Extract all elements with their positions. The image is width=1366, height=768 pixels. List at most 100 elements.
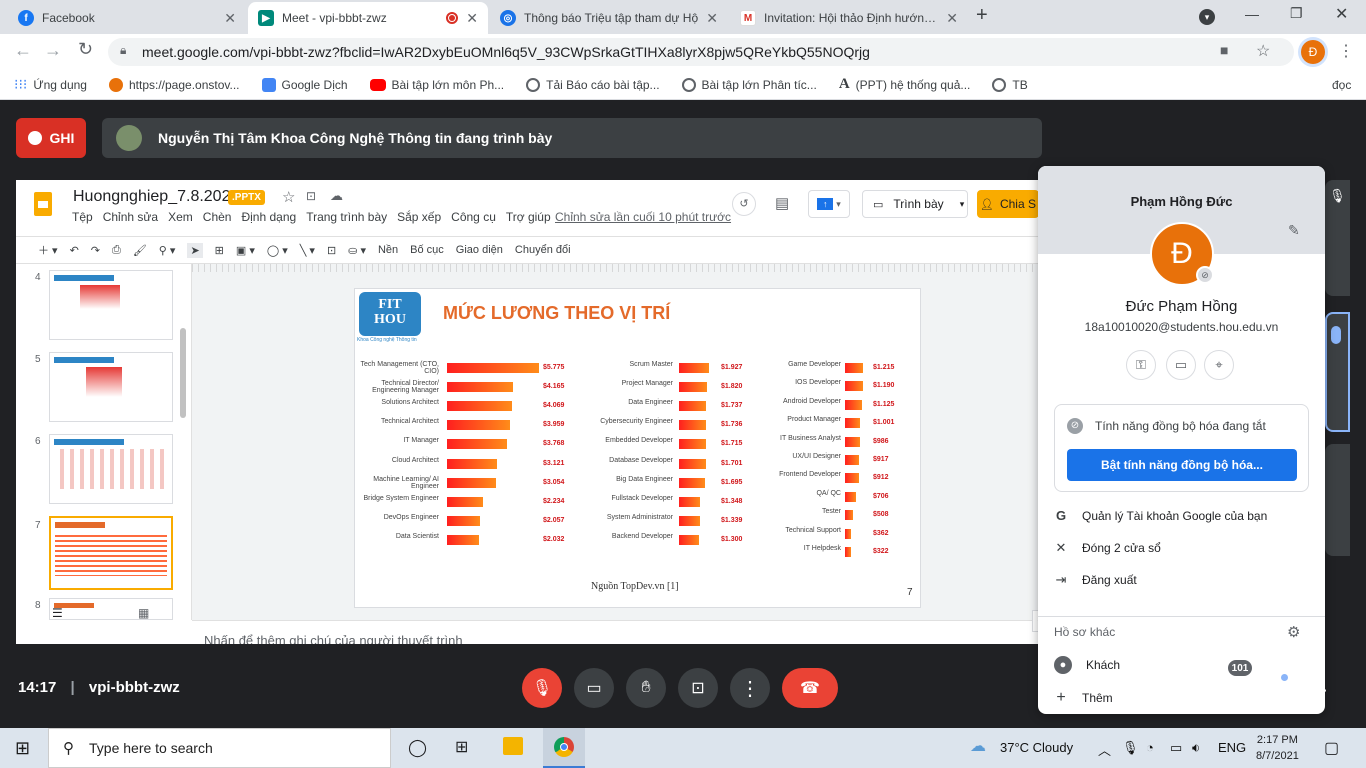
last-edit-link[interactable]: Chỉnh sửa lần cuối 10 phút trước xyxy=(555,210,731,224)
people-icon[interactable]: 👥︎ xyxy=(1216,676,1239,697)
close-icon[interactable]: ✕ xyxy=(224,10,236,27)
select-icon[interactable]: ➤ xyxy=(187,242,203,258)
passwords-key-icon[interactable]: ⚿ xyxy=(1126,350,1156,380)
settings-gear-icon[interactable]: ⚙ xyxy=(1287,623,1300,641)
list-view-icon[interactable]: ☰ xyxy=(52,606,63,620)
image-icon[interactable]: ▣ ▾ xyxy=(236,244,255,257)
new-tab-button[interactable]: + xyxy=(976,4,988,27)
address-bar[interactable]: 🔒︎ meet.google.com/vpi-bbbt-zwz?fbclid=I… xyxy=(108,38,1294,66)
slide-thumbnail[interactable] xyxy=(49,270,173,340)
tab-gmail[interactable]: M Invitation: Hội thảo Định hướng c ✕ xyxy=(730,2,968,34)
taskbar-clock[interactable]: 2:17 PM 8/7/2021 xyxy=(1256,732,1299,764)
menu-help[interactable]: Trợ giúp xyxy=(506,210,551,224)
bookmark-item[interactable]: Bài tập lớn Phân tíc... xyxy=(681,77,817,92)
window-close-icon[interactable]: ✕ xyxy=(1335,4,1348,24)
taskbar-search[interactable]: ⚲ Type here to search xyxy=(48,728,391,768)
mic-toggle-button[interactable]: 🎙︎ xyxy=(522,668,562,708)
tray-chevron-icon[interactable]: ︿ xyxy=(1098,740,1111,759)
menu-icon[interactable]: ⋮ xyxy=(1338,41,1354,61)
slide-thumbnail[interactable] xyxy=(49,434,173,504)
tab-meet[interactable]: ▶ Meet - vpi-bbbt-zwz ✕ xyxy=(248,2,488,34)
layout-button[interactable]: Bố cục xyxy=(410,244,444,256)
close-icon[interactable]: ✕ xyxy=(706,10,718,27)
reading-list-label[interactable]: đọc xyxy=(1332,78,1351,92)
bookmark-item[interactable]: https://page.onstov... xyxy=(108,77,240,92)
menu-edit[interactable]: Chỉnh sửa xyxy=(103,210,158,224)
language-indicator[interactable]: ENG xyxy=(1218,740,1246,755)
redo-icon[interactable]: ↷ xyxy=(91,244,100,257)
menu-insert[interactable]: Chèn xyxy=(203,210,232,224)
sign-out-item[interactable]: ⇥ Đăng xuất xyxy=(1054,572,1137,588)
bookmark-apps[interactable]: ⁝⁝⁝ Ứng dụng xyxy=(14,76,87,93)
edit-icon[interactable]: ✎ xyxy=(1288,222,1300,239)
zoom-icon[interactable]: ⚲ ▾ xyxy=(159,244,176,257)
participant-tile[interactable] xyxy=(1325,444,1350,556)
star-icon[interactable]: ☆ xyxy=(282,188,295,206)
addresses-pin-icon[interactable]: ⌖ xyxy=(1204,350,1234,380)
more-options-button[interactable]: ⋮ xyxy=(730,668,770,708)
close-windows-item[interactable]: ✕ Đóng 2 cửa sổ xyxy=(1054,540,1161,556)
slide-thumbnail[interactable] xyxy=(49,352,173,422)
star-icon[interactable]: ☆ xyxy=(1256,41,1270,61)
menu-slide[interactable]: Trang trình bày xyxy=(306,210,387,224)
slide-thumbnail-selected[interactable] xyxy=(49,516,173,590)
present-dropdown-icon[interactable]: ▾ xyxy=(954,190,970,218)
participant-tile-active[interactable] xyxy=(1325,312,1350,432)
paint-format-icon[interactable]: 🖌︎ xyxy=(133,244,147,257)
back-icon[interactable]: ← xyxy=(14,40,32,61)
chat-icon[interactable]: ▤ xyxy=(1264,676,1281,697)
activities-icon[interactable]: ⛬ xyxy=(1314,676,1327,697)
turn-on-sync-button[interactable]: Bật tính năng đồng bộ hóa... xyxy=(1067,449,1297,481)
weather-text[interactable]: 37°C Cloudy xyxy=(1000,740,1073,755)
transition-button[interactable]: Chuyển đổi xyxy=(515,244,571,256)
profile-avatar-button[interactable]: Đ xyxy=(1301,40,1325,64)
grid-view-icon[interactable]: ▦ xyxy=(138,606,149,620)
participant-tile[interactable]: 🎙︎ xyxy=(1325,180,1350,296)
battery-icon[interactable]: ▭ xyxy=(1170,740,1182,756)
widgets-icon[interactable]: ⊞ xyxy=(455,737,468,757)
print-icon[interactable]: ⎙ xyxy=(112,244,121,257)
meeting-info-icon[interactable]: ⓘ xyxy=(1170,676,1188,702)
line-icon[interactable]: ╲ ▾ xyxy=(300,244,315,257)
speaker-notes[interactable]: Nhấn để thêm ghi chú của người thuyết tr… xyxy=(192,620,1115,644)
present-button[interactable]: ▭ Trình bày xyxy=(862,190,968,218)
minimize-icon[interactable]: — xyxy=(1245,6,1259,22)
slide-thumbnail[interactable] xyxy=(49,598,173,620)
menu-format[interactable]: Định dạng xyxy=(241,210,296,224)
textbox-icon[interactable]: ⊞ xyxy=(215,244,224,257)
present-now-button[interactable]: ⊡ xyxy=(678,668,718,708)
bookmark-item[interactable]: Tải Báo cáo bài tập... xyxy=(526,77,660,92)
file-explorer-icon[interactable] xyxy=(503,737,523,755)
tab-facebook[interactable]: f Facebook ✕ xyxy=(8,2,246,34)
shape-icon[interactable]: ◯ ▾ xyxy=(267,244,288,257)
comment-add-icon[interactable]: ⊡ xyxy=(327,244,336,257)
share-button[interactable]: 👤︎ Chia S xyxy=(977,190,1039,218)
taskbar-chrome[interactable] xyxy=(543,728,585,768)
filmstrip-scrollbar[interactable] xyxy=(180,328,186,418)
undo-icon[interactable]: ↶ xyxy=(70,244,79,257)
task-view-icon[interactable]: ◯ xyxy=(408,738,427,758)
bookmark-item[interactable]: A (PPT) hệ thống quả... xyxy=(839,76,971,93)
new-slide-icon[interactable]: ＋ ▾ xyxy=(38,242,58,258)
manage-account-item[interactable]: G Quản lý Tài khoản Google của bạn xyxy=(1054,508,1267,523)
camera-icon[interactable]: ■ xyxy=(1220,42,1228,58)
tray-mic-icon[interactable]: 🎙︎ xyxy=(1122,740,1139,756)
wifi-icon[interactable]: ◔ xyxy=(1146,740,1154,755)
input-tools-icon[interactable]: ⛀ ▾ xyxy=(348,244,366,257)
menu-file[interactable]: Tệp xyxy=(72,210,93,224)
menu-arrange[interactable]: Sắp xếp xyxy=(397,210,441,224)
theme-button[interactable]: Giao diện xyxy=(456,244,503,256)
tab-search-icon[interactable]: ▾ xyxy=(1199,9,1215,25)
comments-icon[interactable]: ▤ xyxy=(775,194,789,212)
bookmark-item[interactable]: Google Dịch xyxy=(261,77,348,92)
volume-icon[interactable]: 🔉︎ xyxy=(1192,740,1200,756)
leave-call-button[interactable]: ☎︎ xyxy=(782,668,838,708)
bookmark-item[interactable]: TB xyxy=(992,77,1028,92)
bookmark-item[interactable]: Bài tập lớn môn Ph... xyxy=(369,78,504,92)
menu-tools[interactable]: Công cụ xyxy=(451,210,496,224)
camera-toggle-button[interactable]: ▭ xyxy=(574,668,614,708)
windows-start-icon[interactable]: ⊞ xyxy=(15,738,30,759)
close-icon[interactable]: ✕ xyxy=(946,10,958,27)
restore-icon[interactable]: ❐ xyxy=(1290,5,1303,22)
notifications-icon[interactable]: ▢ xyxy=(1324,738,1339,758)
